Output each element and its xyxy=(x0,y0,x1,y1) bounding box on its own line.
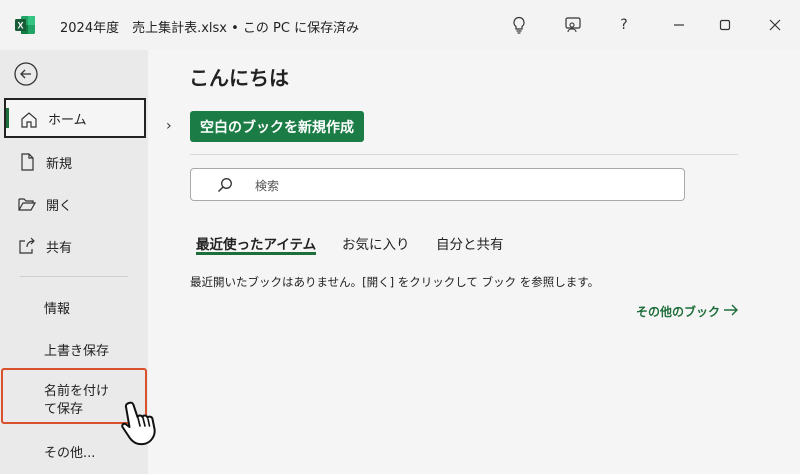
sidebar-item-new[interactable]: 新規 xyxy=(4,142,146,182)
tab-active-indicator xyxy=(196,252,316,255)
open-folder-icon xyxy=(18,198,36,211)
new-document-icon xyxy=(21,153,34,171)
close-button[interactable] xyxy=(764,14,786,36)
chevron-right-icon[interactable]: › xyxy=(166,118,172,134)
back-arrow-icon[interactable] xyxy=(14,62,38,86)
hand-pointer-icon xyxy=(121,401,156,446)
sidebar-item-more[interactable]: その他... xyxy=(44,442,95,461)
svg-text:X: X xyxy=(17,21,23,31)
sidebar-item-label: 開く xyxy=(46,198,73,214)
section-divider xyxy=(190,154,738,155)
sidebar-item-label: ホーム xyxy=(48,112,87,128)
search-icon xyxy=(218,178,232,192)
lightbulb-icon[interactable] xyxy=(508,14,530,36)
sidebar-item-save[interactable]: 上書き保存 xyxy=(44,340,109,359)
new-blank-workbook-button[interactable]: 空白のブックを新規作成 xyxy=(190,111,364,142)
feedback-icon[interactable] xyxy=(562,14,584,36)
sidebar-item-home[interactable]: ホーム xyxy=(4,98,146,138)
help-button[interactable]: ? xyxy=(613,14,635,36)
tab-favorites[interactable]: お気に入り xyxy=(342,233,410,253)
search-input[interactable]: 検索 xyxy=(190,168,685,201)
empty-recent-message: 最近開いたブックはありません。[開く] をクリックして ブック を参照します。 xyxy=(190,275,600,289)
sidebar-item-open[interactable]: 開く xyxy=(4,184,146,224)
home-icon xyxy=(21,112,37,128)
more-books-link[interactable]: その他のブック xyxy=(636,303,720,320)
tab-shared-with-me[interactable]: 自分と共有 xyxy=(436,233,504,253)
sidebar-item-share[interactable]: 共有 xyxy=(4,226,146,266)
maximize-button[interactable] xyxy=(714,14,736,36)
page-title: こんにちは xyxy=(189,66,289,90)
tab-recent[interactable]: 最近使ったアイテム xyxy=(196,233,316,253)
window-title: 2024年度 売上集計表.xlsx • この PC に保存済み xyxy=(60,21,360,36)
sidebar-divider xyxy=(20,276,128,277)
search-placeholder: 検索 xyxy=(255,179,280,193)
sidebar-item-label: 新規 xyxy=(46,156,73,172)
sidebar-item-label: 共有 xyxy=(46,240,73,256)
sidebar-item-save-as-label[interactable]: 名前を付けて保存 xyxy=(44,383,114,419)
share-icon xyxy=(19,237,35,254)
sidebar-item-info[interactable]: 情報 xyxy=(44,298,70,317)
title-bar: X 2024年度 売上集計表.xlsx • この PC に保存済み ? xyxy=(0,0,800,50)
excel-app-icon: X xyxy=(15,16,35,34)
minimize-button[interactable] xyxy=(668,14,690,36)
arrow-right-icon[interactable] xyxy=(722,301,740,319)
